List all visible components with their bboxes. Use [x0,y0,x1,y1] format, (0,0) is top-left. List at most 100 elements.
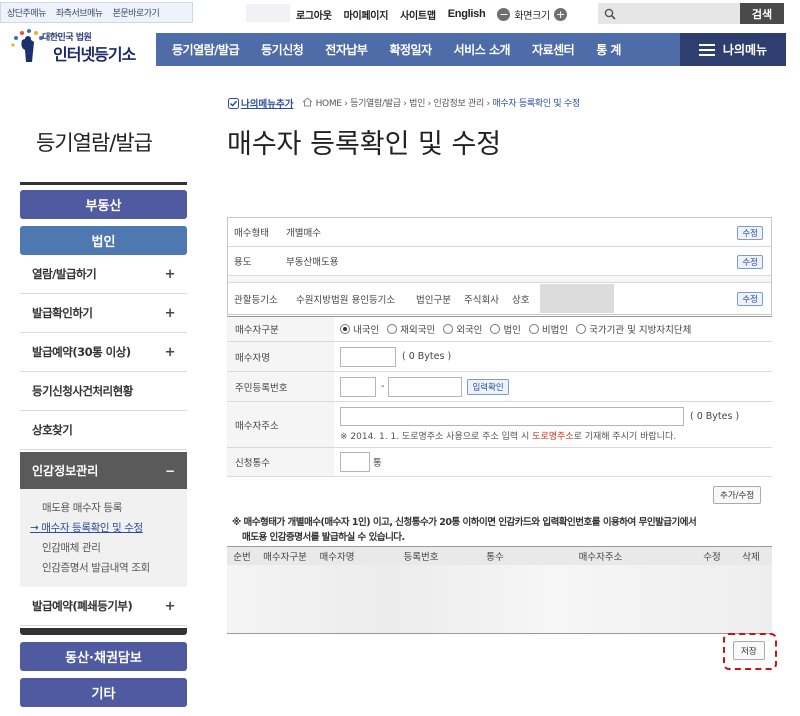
home-icon[interactable] [302,97,313,107]
gnb-item-statistics[interactable]: 통 계 [596,41,621,58]
sitemap-link[interactable]: 사이트맵 [400,7,436,22]
form-row-buyer-name: 매수자명 ( 0 Bytes ) [227,342,772,372]
form-row-buyer-type: 매수자구분 내국인 재외국민 외국인 법인 비법인 국가기관 및 지방자치단체 [227,317,772,342]
site-logo[interactable]: 대한민국 법원 인터넷등기소 [8,26,158,66]
edit-registry-button[interactable]: 수정 [737,292,763,306]
submenu-buyer-register[interactable]: 매도용 매수자 등록 [42,498,187,518]
resident-id-front-input[interactable] [340,376,376,397]
radio-label: 재외국민 [400,325,436,336]
blurred-area [246,4,290,22]
sidebar-title: 등기열람/발급 [36,131,153,155]
verify-input-button[interactable]: 입력확인 [467,378,509,395]
sidebar-btn-movable[interactable]: 동산·채권담보 [20,642,187,671]
sidebar-item-issue-check[interactable]: 발급확인하기 + [20,294,187,333]
buyer-type-radios: 내국인 재외국민 외국인 법인 비법인 국가기관 및 지방자치단체 [334,317,772,341]
form-label: 매수자구분 [227,317,334,341]
info-value: 부동산매도용 [286,257,339,268]
gnb-item-registry-apply[interactable]: 등기신청 [261,41,304,58]
buyer-name-input[interactable] [340,346,396,367]
gnb-item-e-payment[interactable]: 전자납부 [325,41,368,58]
info-row-usage: 용도 부동산매도용 수정 [228,247,771,276]
plus-icon: + [164,305,176,321]
gnb-item-fixed-date[interactable]: 확정일자 [389,41,432,58]
logout-link[interactable]: 로그아웃 [296,7,332,22]
radio-label: 외국인 [456,325,483,336]
sidebar-btn-corporation[interactable]: 법인 [20,226,187,255]
sidebar-item-seal-info[interactable]: 인감정보관리 − [20,452,187,489]
page-title: 매수자 등록확인 및 수정 [227,129,502,160]
info-label: 법인구분 [416,294,451,306]
buyer-name-bytes: ( 0 Bytes ) [402,351,452,362]
zoom-in-icon[interactable]: + [553,7,567,21]
sidebar-item-name-search[interactable]: 상호찾기 [20,411,187,450]
plus-icon: + [164,266,176,282]
resident-id-back-input[interactable] [388,376,463,397]
buyer-info-panel: 매수형태 개별매수 수정 용도 부동산매도용 수정 관할등기소 수원지방법원 용… [227,217,772,315]
plus-icon: + [164,344,176,360]
sidebar-item-label: 열람/발급하기 [32,267,97,281]
sidebar-item-view-issue[interactable]: 열람/발급하기 + [20,255,187,294]
address-bytes: ( 0 Bytes ) [690,411,740,422]
gnb-item-data-center[interactable]: 자료센터 [532,41,575,58]
my-menu-label: 나의메뉴 [722,43,768,57]
sidebar-btn-real-estate[interactable]: 부동산 [20,190,187,219]
add-my-menu-link[interactable]: 나의메뉴추가 [228,96,293,110]
sidebar-btn-other[interactable]: 기타 [20,678,187,707]
note-line: 매도용 인감증명서를 발급하실 수 있습니다. [242,532,405,543]
zoom-label: 화면크기 [514,10,550,22]
skip-link-top-menu[interactable]: 상단주메뉴 [7,6,46,19]
info-spacer [228,276,771,283]
info-value: 주식회사 [464,294,499,306]
address-note-text: 로 기재해 주시기 바랍니다. [573,432,677,442]
sidebar-item-case-status[interactable]: 등기신청사건처리현황 [20,372,187,411]
gnb-item-registry-view[interactable]: 등기열람/발급 [172,41,240,58]
buyer-form: 매수자구분 내국인 재외국민 외국인 법인 비법인 국가기관 및 지방자치단체 … [227,316,772,477]
col-header: 매수자구분 [263,552,307,563]
english-link[interactable]: English [448,8,486,20]
sidebar-item-issue-reserve[interactable]: 발급예약(30통 이상) + [20,333,187,372]
my-menu-button[interactable]: 나의메뉴 [680,33,786,66]
hamburger-icon [698,43,715,56]
radio-circle [528,324,539,334]
submenu-seal-media[interactable]: 인감매체 관리 [42,538,187,558]
submenu-seal-history[interactable]: 인감증명서 발급내역 조회 [42,558,187,578]
radio-circle [443,324,454,334]
global-nav: 등기열람/발급 등기신청 전자납부 확정일자 서비스 소개 자료센터 통 계 [156,33,680,66]
radio-government[interactable]: 국가기관 및 지방자치단체 [576,322,691,336]
skip-link-sub-menu[interactable]: 좌측서브메뉴 [56,6,103,19]
radio-label: 국가기관 및 지방자치단체 [589,325,692,336]
zoom-out-icon[interactable]: − [497,7,511,21]
logo-title: 인터넷등기소 [53,45,136,64]
radio-label: 비법인 [541,325,569,336]
radio-non-corporation[interactable]: 비법인 [528,322,569,336]
radio-foreigner[interactable]: 외국인 [443,322,482,336]
radio-overseas-national[interactable]: 재외국민 [387,322,435,336]
info-label: 관할등기소 [234,294,278,306]
gnb-item-service-intro[interactable]: 서비스 소개 [454,41,511,58]
edit-usage-button[interactable]: 수정 [737,255,763,269]
note-line: ※ 매수형태가 개별매수(매수자 1인) 이고, 신청통수가 20통 이하이면 … [232,517,697,528]
buyer-address-input[interactable] [340,407,684,426]
add-modify-button[interactable]: 추가/수정 [713,486,762,504]
search-icon [604,8,616,20]
search-button[interactable]: 검색 [740,3,784,24]
radio-circle-checked [340,324,350,334]
col-header: 순번 [233,552,251,563]
skip-link-content[interactable]: 본문바로가기 [113,6,160,19]
submenu-buyer-confirm[interactable]: → 매수자 등록확인 및 수정 [30,518,187,538]
radio-domestic[interactable]: 내국인 [340,322,379,336]
edit-purchase-type-button[interactable]: 수정 [737,226,763,240]
address-note-emphasis: 도로명주소 [532,432,574,442]
search-input[interactable] [622,4,732,23]
save-button[interactable]: 저장 [733,641,765,660]
request-count-input[interactable] [340,452,370,472]
info-label: 매수형태 [234,228,269,239]
info-label: 용도 [234,257,252,268]
blurred-corp-name [540,284,614,313]
buyer-list-header: 순번 매수자구분 매수자명 등록번호 통수 매수자주소 수정 삭제 [227,546,772,565]
sidebar-item-label: 등기신청사건처리현황 [32,384,133,398]
radio-corporation[interactable]: 법인 [490,322,521,336]
mypage-link[interactable]: 마이페이지 [344,7,389,22]
sidebar-item-closed-reserve[interactable]: 발급예약(폐쇄등기부) + [20,587,187,626]
minus-icon: − [164,463,175,478]
